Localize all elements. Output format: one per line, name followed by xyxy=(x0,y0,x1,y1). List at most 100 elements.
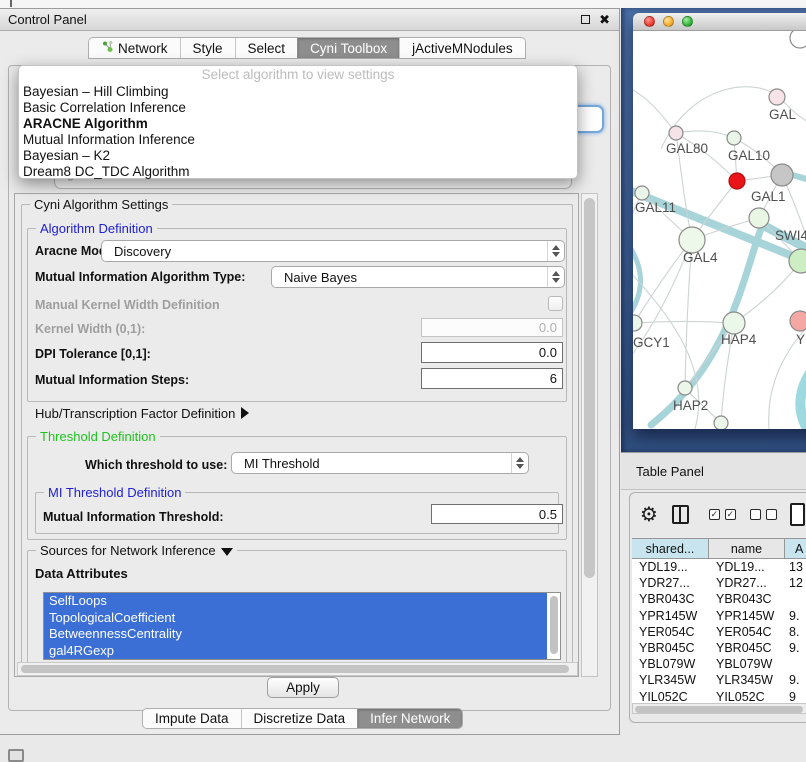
network-graph[interactable]: GAL GAL80 GAL10 GAL1 GAL11 GAL4 SWI4 GCY… xyxy=(633,31,806,429)
dpi-tolerance-label: DPI Tolerance [0,1]: xyxy=(35,347,151,361)
tab-discretize-data[interactable]: Discretize Data xyxy=(241,709,358,728)
label-gcy1: GCY1 xyxy=(633,335,670,350)
table-row[interactable]: YER054C YER054C 8. xyxy=(632,624,806,640)
list-scrollbar[interactable] xyxy=(550,596,558,654)
label-gal11: GAL11 xyxy=(635,200,676,215)
table-row[interactable]: YDL19... YDL19... 13 xyxy=(632,559,806,575)
table-row[interactable]: YPR145W YPR145W 9. xyxy=(632,608,806,624)
mi-type-combo[interactable]: Naive Bayes xyxy=(271,266,565,288)
mi-threshold-label: Mutual Information Threshold: xyxy=(43,510,224,524)
column-header-partial[interactable]: A xyxy=(785,539,806,558)
dock-panel-icon[interactable] xyxy=(8,749,24,762)
settings-horizontal-scrollbar[interactable] xyxy=(17,662,578,676)
algorithm-option[interactable]: Bayesian – Hill Climbing xyxy=(19,84,577,100)
table-row[interactable]: YLR345W YLR345W 9. xyxy=(632,672,806,688)
table-toolbar: ⚙ ✓ ✓ xyxy=(640,503,805,526)
table-row[interactable]: YBR045C YBR045C 9. xyxy=(632,640,806,656)
label-gal1: GAL1 xyxy=(751,189,786,204)
column-chooser-icon[interactable] xyxy=(672,505,689,524)
node-red-selected[interactable] xyxy=(729,173,745,189)
float-window-icon[interactable] xyxy=(581,15,590,24)
mi-steps-label: Mutual Information Steps: xyxy=(35,373,189,387)
attribute-items: SelfLoops TopologicalCoefficient Between… xyxy=(44,593,560,659)
column-header-name[interactable]: name xyxy=(709,539,785,558)
top-strip xyxy=(0,0,806,8)
node-hap4[interactable] xyxy=(723,312,745,334)
node-gray[interactable] xyxy=(771,164,793,186)
algorithm-placeholder: Select algorithm to view settings xyxy=(19,67,577,84)
algorithm-option[interactable]: Mutual Information Inference xyxy=(19,132,577,148)
aracne-mode-combo[interactable]: Discovery xyxy=(101,240,565,262)
network-window: GAL GAL80 GAL10 GAL1 GAL11 GAL4 SWI4 GCY… xyxy=(633,13,806,429)
algorithm-definition-title: Algorithm Definition xyxy=(36,221,157,236)
select-all-checked-icon[interactable]: ✓ xyxy=(725,509,736,520)
sources-group-title[interactable]: Sources for Network Inference xyxy=(36,543,237,558)
tab-cyni-toolbox[interactable]: Cyni Toolbox xyxy=(297,38,399,58)
dpi-tolerance-input[interactable]: 0.0 xyxy=(421,342,563,363)
tab-infer-network[interactable]: Infer Network xyxy=(357,709,462,728)
network-icon xyxy=(101,40,114,56)
apply-button[interactable]: Apply xyxy=(267,677,339,698)
node-y-partial[interactable] xyxy=(790,311,806,331)
node-gal11[interactable] xyxy=(635,186,649,200)
attribute-item-selected[interactable]: gal4RGexp xyxy=(44,643,547,660)
attribute-item-selected[interactable]: TopologicalCoefficient xyxy=(44,610,547,627)
table-panel-titlebar: Table Panel xyxy=(621,452,806,490)
algorithm-option[interactable]: ARACNE Algorithm xyxy=(19,116,577,132)
close-window-icon[interactable] xyxy=(644,16,655,27)
tab-impute-data[interactable]: Impute Data xyxy=(143,709,241,728)
deselect-all-icon[interactable] xyxy=(750,509,761,520)
tab-select[interactable]: Select xyxy=(235,38,298,58)
table-row[interactable]: YIL052C YIL052C 9 xyxy=(632,689,806,705)
node-hap2[interactable] xyxy=(678,381,692,395)
hub-section-toggle[interactable]: Hub/Transcription Factor Definition xyxy=(35,406,249,421)
label-gal80: GAL80 xyxy=(666,141,708,156)
which-threshold-combo[interactable]: MI Threshold xyxy=(231,452,529,474)
attribute-item-selected[interactable]: SelfLoops xyxy=(44,593,547,610)
table-row[interactable]: YBR043C YBR043C xyxy=(632,591,806,607)
node-gal10[interactable] xyxy=(727,131,741,145)
tab-style[interactable]: Style xyxy=(180,38,235,58)
label-gal10: GAL10 xyxy=(728,148,770,163)
close-panel-icon[interactable]: ✖ xyxy=(599,15,610,25)
node-gal1[interactable] xyxy=(749,208,769,228)
label-gal-partial: GAL xyxy=(769,107,797,122)
label-swi4: SWI4 xyxy=(775,228,806,243)
table-row[interactable]: YBL079W YBL079W xyxy=(632,656,806,672)
gear-icon[interactable]: ⚙ xyxy=(640,504,658,526)
algorithm-option[interactable]: Bayesian – K2 xyxy=(19,148,577,164)
tab-jactivemnodules[interactable]: jActiveMNodules xyxy=(399,38,525,58)
select-all-checked-icon[interactable]: ✓ xyxy=(709,509,720,520)
stepper-arrows-icon xyxy=(511,453,528,473)
control-panel-tabs: Network Style Select Cyni Toolbox jActiv… xyxy=(88,37,526,59)
deselect-all-icon[interactable] xyxy=(766,509,777,520)
node-gcy1[interactable] xyxy=(633,315,642,331)
mi-steps-input[interactable]: 6 xyxy=(421,368,563,389)
stepper-arrows-icon xyxy=(547,267,564,287)
settings-vertical-scrollbar[interactable] xyxy=(581,193,598,677)
top-tick xyxy=(10,0,12,7)
table-row[interactable]: YDR27... YDR27... 12 xyxy=(632,575,806,591)
tab-network[interactable]: Network xyxy=(89,38,180,58)
table-header: shared... name A xyxy=(632,538,806,559)
column-header-shared-name[interactable]: shared... xyxy=(632,539,709,558)
node-partial-top[interactable] xyxy=(790,31,806,48)
export-table-icon[interactable] xyxy=(790,503,805,526)
collapsed-arrow-icon xyxy=(241,407,249,419)
zoom-window-icon[interactable] xyxy=(682,16,693,27)
mi-type-label: Mutual Information Algorithm Type: xyxy=(35,270,245,284)
network-canvas[interactable]: GAL GAL80 GAL10 GAL1 GAL11 GAL4 SWI4 GCY… xyxy=(633,31,806,429)
algorithm-option[interactable]: Dream8 DC_TDC Algorithm xyxy=(19,164,577,180)
network-window-titlebar[interactable] xyxy=(633,13,806,31)
node-gal-partial[interactable] xyxy=(769,89,785,105)
cyni-mode-tabs: Impute Data Discretize Data Infer Networ… xyxy=(142,708,463,729)
manual-kernel-checkbox[interactable] xyxy=(548,296,563,311)
node-bottom-partial[interactable] xyxy=(714,416,728,429)
minimize-window-icon[interactable] xyxy=(663,16,674,27)
kernel-width-input[interactable]: 0.0 xyxy=(421,318,563,337)
node-gal80[interactable] xyxy=(669,126,683,140)
algorithm-option[interactable]: Basic Correlation Inference xyxy=(19,100,577,116)
table-horizontal-scrollbar[interactable] xyxy=(632,703,806,714)
mi-threshold-input[interactable]: 0.5 xyxy=(431,504,563,524)
attribute-item-selected[interactable]: BetweennessCentrality xyxy=(44,626,547,643)
